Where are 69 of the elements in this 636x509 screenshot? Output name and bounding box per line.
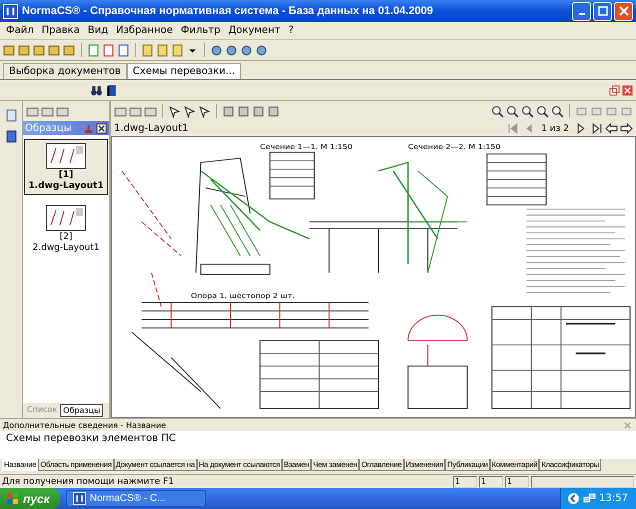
drawing-preview-icon bbox=[46, 143, 86, 169]
zoom-icon[interactable] bbox=[521, 104, 534, 118]
clock: 13:57 bbox=[599, 493, 628, 504]
toolbar-icon[interactable] bbox=[198, 104, 211, 118]
toolbar-icon[interactable] bbox=[240, 44, 253, 56]
drawing-preview-icon bbox=[46, 205, 86, 231]
panel-title: Образцы bbox=[25, 122, 73, 134]
thumbnail-number: [1] bbox=[58, 170, 74, 180]
thumbnail-label: 2.dwg-Layout1 bbox=[32, 243, 100, 253]
zoom-icon[interactable] bbox=[506, 104, 519, 118]
app-icon bbox=[72, 492, 86, 505]
toolbar-icon[interactable] bbox=[255, 44, 268, 56]
status-field: 1 bbox=[479, 476, 503, 488]
toolbar-icon[interactable] bbox=[225, 44, 238, 56]
status-help-text: Для получения помощи нажмите F1 bbox=[2, 476, 175, 486]
menu-item[interactable]: Файл bbox=[2, 25, 38, 36]
taskbar-button[interactable]: NormaCS® - C... bbox=[66, 490, 206, 507]
menu-item[interactable]: Вид bbox=[84, 25, 112, 36]
document-tab[interactable]: Схемы перевозки... bbox=[126, 63, 242, 79]
page-thumbnail[interactable]: [2] 2.dwg-Layout1 bbox=[24, 201, 108, 257]
document-icon[interactable] bbox=[117, 44, 130, 56]
page-indicator: 1 из 2 bbox=[540, 124, 570, 134]
details-text: Схемы перевозки элементов ПС bbox=[6, 433, 176, 444]
thumbnail-label: 1.dwg-Layout1 bbox=[28, 181, 104, 191]
network-icon[interactable] bbox=[583, 492, 596, 505]
zoom-icon[interactable] bbox=[491, 104, 504, 118]
page-icon[interactable] bbox=[4, 130, 18, 143]
document-icon[interactable] bbox=[102, 44, 115, 56]
page-thumbnail[interactable]: [1] 1.dwg-Layout1 bbox=[24, 139, 108, 195]
minimize-icon bbox=[578, 13, 584, 15]
book-icon[interactable] bbox=[105, 84, 118, 96]
menu-item[interactable]: ? bbox=[284, 25, 298, 36]
toolbar-icon[interactable] bbox=[183, 104, 196, 118]
thumbnail-number: [2] bbox=[60, 232, 72, 242]
layout-tab[interactable]: 1.dwg-Layout1 bbox=[114, 123, 188, 134]
document-icon[interactable] bbox=[141, 44, 154, 56]
maximize-button[interactable] bbox=[593, 2, 612, 20]
start-button[interactable]: пуск bbox=[0, 488, 60, 509]
close-icon bbox=[618, 6, 628, 16]
forward-arrow-icon[interactable] bbox=[620, 122, 633, 135]
zoom-icon[interactable] bbox=[551, 104, 564, 118]
maximize-icon bbox=[598, 6, 608, 16]
chevron-icon[interactable] bbox=[567, 492, 580, 505]
binoculars-icon[interactable] bbox=[90, 84, 103, 96]
menu-item[interactable]: Правка bbox=[38, 25, 84, 36]
details-title: Дополнительные сведения - Название bbox=[3, 420, 168, 430]
windows-flag-icon bbox=[6, 492, 19, 505]
last-page-icon[interactable] bbox=[590, 122, 603, 135]
status-field: 1 bbox=[453, 476, 477, 488]
menu-item[interactable]: Документ bbox=[224, 25, 284, 36]
panel-tab[interactable]: Образцы bbox=[60, 404, 104, 417]
toolbar-icon[interactable] bbox=[168, 104, 181, 118]
toolbar-icon[interactable] bbox=[210, 44, 223, 56]
minimize-button[interactable] bbox=[572, 2, 591, 20]
zoom-icon[interactable] bbox=[536, 104, 549, 118]
document-icon[interactable] bbox=[171, 44, 184, 56]
app-icon bbox=[3, 4, 18, 18]
document-icon[interactable] bbox=[87, 44, 100, 56]
close-icon[interactable] bbox=[96, 122, 107, 134]
menu-item[interactable]: Фильтр bbox=[176, 25, 224, 36]
status-field: 1 bbox=[505, 476, 529, 488]
close-button[interactable] bbox=[614, 2, 633, 20]
back-arrow-icon[interactable] bbox=[605, 122, 618, 135]
menu-item[interactable]: Избранное bbox=[112, 25, 177, 36]
window-title: NormaCS® - Справочная нормативная система - База данных на 01.04.2009 bbox=[22, 5, 434, 17]
document-tab[interactable]: Выборка документов bbox=[3, 63, 127, 79]
page-icon[interactable] bbox=[4, 109, 18, 122]
document-icon[interactable] bbox=[156, 44, 169, 56]
restore-icon[interactable] bbox=[609, 84, 620, 96]
